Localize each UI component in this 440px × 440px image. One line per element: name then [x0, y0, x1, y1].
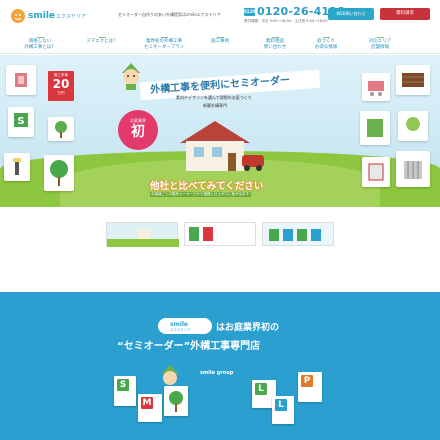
- nav-label: 対応エリア 店舗情報: [368, 39, 392, 50]
- hero-subtitle-2: 新築外構専門: [203, 103, 227, 108]
- tile-p: P: [298, 372, 322, 402]
- plant-card: [48, 117, 74, 141]
- plant-icon: [55, 121, 67, 138]
- p-tile-icon: P: [301, 375, 313, 387]
- house-illustration: [180, 121, 264, 171]
- green-plant-icon: [406, 117, 420, 131]
- smile-logo-icon: [11, 9, 25, 23]
- tree-card: [44, 155, 74, 191]
- logo-sub: エクステリア: [56, 13, 86, 20]
- compare-subtext: お客様ごとの販売メーカーだから価格と仕上がりに差が出ます!: [150, 192, 252, 197]
- logo-text: smile: [28, 11, 56, 21]
- hero-subtitle: 素材やデザインを選んで理想のお庭づくり: [176, 95, 252, 100]
- intro-section: smile エクステリア はお庭業界初の “セミオーダー”外構工事専門店 S M…: [0, 292, 440, 440]
- gate-right-card: [362, 157, 390, 187]
- price-card-unit: 万円: [57, 91, 65, 95]
- tile-s: S: [114, 376, 136, 406]
- site-logo[interactable]: smile エクステリア: [10, 8, 86, 24]
- leaf-icon: [271, 35, 279, 38]
- s-logo-icon: S: [14, 113, 28, 127]
- slider-thumb-1[interactable]: [106, 222, 179, 247]
- phone-icon: 0120: [244, 8, 256, 16]
- m-tile-icon: M: [141, 397, 153, 409]
- nav-item-consult[interactable]: 無料相談 問い合わせ: [255, 35, 295, 51]
- nav-label: 無料相談 問い合わせ: [263, 39, 287, 50]
- nav-item-cases[interactable]: 施工事例: [205, 35, 235, 45]
- smile-group-logo: smile group: [200, 370, 234, 376]
- leaf-icon: [216, 35, 224, 38]
- phone-hours: 受付時間｜平日 9:00～18:00／土日祝 9:00～18:00: [244, 19, 328, 23]
- header-tagline: セミオーダー自作りの安い外構提案はsmileエクステリア: [118, 12, 221, 17]
- leaf-icon: [322, 35, 330, 38]
- l-tile-icon: L: [255, 383, 267, 395]
- global-nav: 価格しない 外構工事とは？ スマエクとは？ 業界初の外構工事 セミオーダープラン…: [0, 30, 440, 54]
- nav-item-tips[interactable]: 庭づくり お得な情報: [306, 35, 346, 51]
- gate-card: [6, 65, 36, 95]
- thumb-3-image: [269, 229, 321, 241]
- cart-card: [362, 73, 390, 101]
- svg-text:S: S: [17, 116, 24, 127]
- site-header: smile エクステリア セミオーダー自作りの安い外構提案はsmileエクステリ…: [0, 0, 440, 30]
- section-logo-sub: エクステリア: [170, 328, 191, 332]
- nav-label: 庭づくり お得な情報: [314, 39, 338, 50]
- nav-label: 施工事例: [211, 39, 229, 44]
- intro-line-1: はお庭業界初の: [216, 323, 280, 333]
- green-plant-card: [398, 111, 428, 141]
- hero-slider-thumbnails: [0, 207, 440, 277]
- roof-card: [396, 151, 430, 187]
- document-request-button[interactable]: 資料請求: [380, 8, 430, 20]
- tree-icon: [50, 160, 68, 186]
- tree-tile-icon: [169, 391, 183, 412]
- nav-label: スマエクとは？: [86, 39, 118, 44]
- section-logo-text: smile: [170, 321, 189, 328]
- nav-item-no-price[interactable]: 価格しない 外構工事とは？: [14, 35, 66, 51]
- mascot-section-icon: [161, 365, 179, 385]
- thumb-1-image: [107, 229, 179, 247]
- gate-right-icon: [368, 163, 384, 181]
- industry-first-badge: お庭業界 初: [118, 110, 158, 150]
- light-icon: [13, 158, 21, 175]
- fence-card: [396, 65, 430, 95]
- leaf-icon: [160, 35, 168, 38]
- tile-m: M: [138, 394, 162, 422]
- price-card-number: 20: [52, 77, 70, 91]
- green-wall-card: [360, 111, 390, 145]
- fence-icon: [402, 73, 424, 87]
- cart-icon: [368, 81, 384, 96]
- nav-label: 業界初の外構工事 セミオーダープラン: [143, 39, 185, 50]
- wall-icon: [367, 119, 383, 137]
- nav-item-area[interactable]: 対応エリア 店舗情報: [360, 35, 400, 51]
- gate-icon: [15, 73, 27, 87]
- badge-big-text: 初: [131, 124, 145, 140]
- nav-item-semi-order[interactable]: 業界初の外構工事 セミオーダープラン: [134, 35, 194, 51]
- slider-thumb-2[interactable]: [184, 222, 256, 246]
- s-card: S: [8, 107, 34, 137]
- slider-thumb-3[interactable]: [262, 222, 334, 246]
- tile-tree: [164, 386, 188, 416]
- nav-item-about[interactable]: スマエクとは？: [80, 35, 124, 45]
- compare-headline: 他社と比べてみてください: [150, 181, 264, 192]
- leaf-icon: [376, 35, 384, 38]
- l-blue-tile-icon: L: [275, 399, 287, 411]
- price-card: 施工本体 20 万円: [48, 71, 74, 101]
- web-inquiry-button[interactable]: WEB問い合わせ: [328, 8, 374, 20]
- tile-l-blue: L: [272, 396, 294, 424]
- leaf-icon: [98, 35, 106, 38]
- hero-banner[interactable]: 施工本体 20 万円 S 外構工事を便利にセミオーダー 素材やデザインを選んで理…: [0, 55, 440, 207]
- s-tile-icon: S: [117, 379, 129, 391]
- intro-headline: “セミオーダー”外構工事専門店: [117, 341, 261, 352]
- light-card: [4, 153, 30, 181]
- leaf-icon: [36, 35, 44, 38]
- thumb-2-image: [189, 227, 213, 241]
- roof-icon: [404, 161, 422, 179]
- nav-label: 価格しない 外構工事とは？: [24, 39, 56, 50]
